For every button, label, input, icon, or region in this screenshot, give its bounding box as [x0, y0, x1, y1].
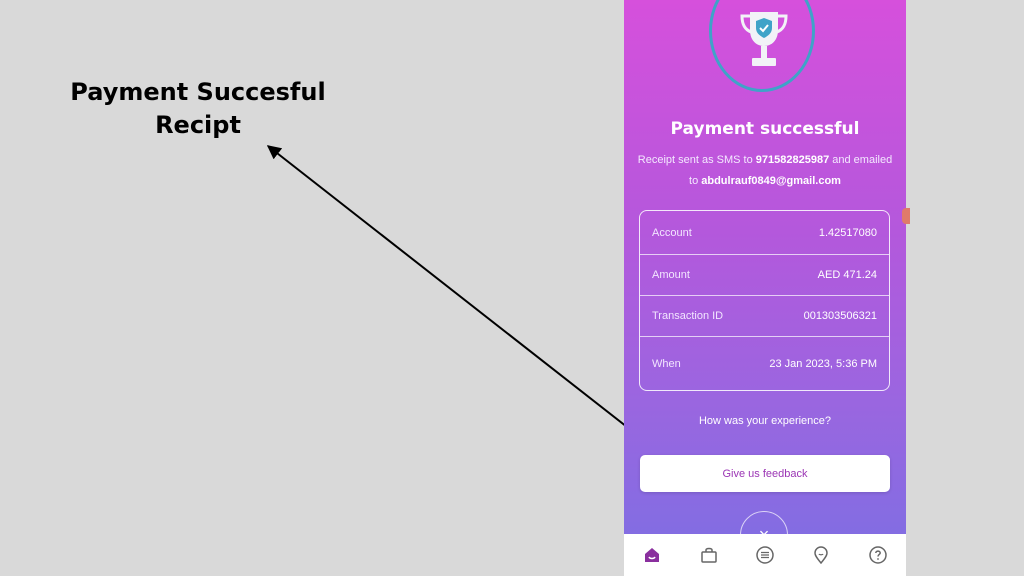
- help-icon: [869, 546, 887, 564]
- row-value: 1.42517080: [818, 226, 877, 239]
- subtitle-phone: 971582825987: [755, 154, 830, 166]
- annotation-caption: Payment Succesful Recipt: [60, 76, 336, 142]
- receipt-details-card: Account 1.42517080 Amount AED 471.24 Tra…: [639, 210, 890, 391]
- caption-line-1: Payment Succesful: [70, 78, 326, 106]
- nav-location[interactable]: [810, 544, 832, 566]
- row-label: When: [652, 357, 681, 370]
- nav-menu[interactable]: [754, 544, 776, 566]
- row-value: 23 Jan 2023, 5:36 PM: [769, 357, 877, 370]
- row-label: Transaction ID: [652, 310, 724, 322]
- nav-shop[interactable]: [698, 544, 720, 566]
- location-icon: [814, 546, 829, 565]
- experience-question: How was your experience?: [698, 415, 832, 427]
- subtitle-email: abdulrauf0849@gmail.com: [701, 175, 841, 187]
- row-label: Amount: [652, 269, 690, 281]
- subtitle-prefix: Receipt sent as SMS to: [637, 154, 756, 166]
- bag-icon: [700, 547, 717, 563]
- receipt-row-amount: Amount AED 471.24: [640, 255, 889, 295]
- screenshot-canvas: Payment Succesful Recipt Payment success…: [0, 0, 1024, 576]
- bottom-nav: [624, 534, 906, 576]
- caption-line-2: Recipt: [155, 111, 241, 139]
- receipt-subtitle: Receipt sent as SMS to 971582825987 and …: [636, 150, 894, 192]
- receipt-row-transaction-id: Transaction ID 001303506321: [640, 296, 889, 336]
- receipt-row-when: When 23 Jan 2023, 5:36 PM: [640, 337, 889, 390]
- payment-title: Payment successful: [670, 119, 860, 139]
- phone-screen: Payment successful Receipt sent as SMS t…: [624, 0, 906, 576]
- row-value: AED 471.24: [817, 269, 877, 281]
- row-label: Account: [652, 226, 692, 239]
- home-icon: [645, 548, 660, 562]
- row-value: 001303506321: [803, 310, 877, 322]
- receipt-row-account: Account 1.42517080: [640, 211, 889, 254]
- give-feedback-button[interactable]: Give us feedback: [640, 455, 890, 492]
- nav-help[interactable]: [867, 544, 889, 566]
- list-icon: [756, 546, 774, 564]
- trophy-icon: [740, 12, 788, 66]
- floating-edge-indicator: [902, 208, 910, 224]
- nav-home[interactable]: [641, 544, 663, 566]
